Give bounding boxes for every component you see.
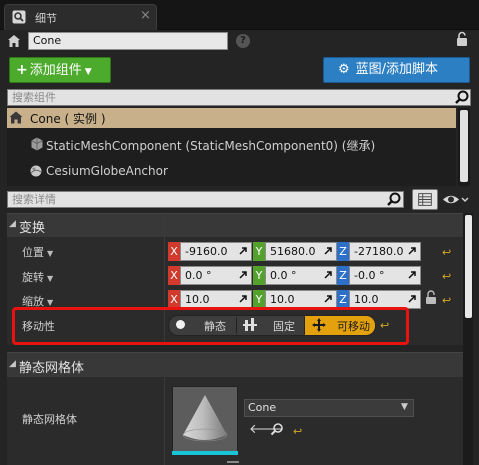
resize-handle[interactable] [227, 461, 239, 463]
static-mesh-section-title: 静态网格体 [19, 361, 85, 376]
tab-details[interactable]: 细节 × [4, 4, 157, 30]
axis-z-label: Z [337, 266, 349, 285]
reset-to-default-icon[interactable]: ↩ [442, 270, 454, 283]
asset-type-bar [172, 451, 238, 455]
help-icon[interactable]: ? [236, 34, 250, 48]
expand-arrow-icon [324, 247, 332, 255]
expand-arrow-icon [408, 295, 416, 303]
chevron-down-icon[interactable]: ▼ [401, 402, 408, 412]
column-divider[interactable] [164, 377, 165, 465]
property-matrix-icon[interactable] [412, 189, 438, 210]
rotation-label-text: 旋转 [22, 271, 44, 284]
rotation-label[interactable]: 旋转 ▼ [22, 269, 53, 285]
collapse-triangle-icon[interactable]: ◢ [9, 219, 16, 229]
scale-y-value: 10.0 [270, 293, 295, 306]
reset-to-default-icon[interactable]: ↩ [442, 294, 454, 307]
blueprint-label: 蓝图/添加脚本 [355, 62, 439, 77]
component-label[interactable]: StaticMeshComponent (StaticMeshComponent… [46, 137, 375, 154]
details-scroll-thumb[interactable] [465, 215, 472, 318]
transform-section-title: 变换 [19, 221, 46, 236]
expand-arrow-icon [239, 295, 247, 303]
location-z-input[interactable]: -27180.0 [349, 242, 421, 261]
search-details-input[interactable]: 搜索详情 [7, 191, 404, 208]
search-icon[interactable] [386, 191, 402, 207]
location-label[interactable]: 位置 ▼ [22, 244, 53, 260]
reset-to-default-icon[interactable]: ↩ [442, 246, 454, 259]
search-icon[interactable] [454, 89, 470, 105]
chevron-down-icon: ▼ [47, 249, 54, 258]
component-label: Cone ( 实例 ) [30, 112, 106, 126]
highlight-box [12, 307, 409, 345]
globe-anchor-icon [30, 165, 42, 177]
search-components-input[interactable]: 搜索组件 [7, 89, 471, 106]
eye-icon[interactable] [441, 189, 471, 210]
scale-z-value: 10.0 [354, 293, 379, 306]
rotation-y-input[interactable]: 0.0 ° [265, 266, 337, 285]
location-y-input[interactable]: 51680.0 [265, 242, 337, 261]
axis-x-label: X [168, 266, 180, 285]
lock-icon[interactable] [455, 31, 469, 47]
axis-y-label: Y [253, 266, 265, 285]
gears-icon: ⚙ [338, 62, 350, 77]
rotation-z-input[interactable]: -0.0 ° [349, 266, 421, 285]
browse-search-icon[interactable] [270, 422, 284, 436]
details-icon [12, 10, 26, 24]
plus-icon: + [16, 62, 28, 78]
location-y-value: 51680.0 [270, 245, 316, 258]
expand-arrow-icon [408, 247, 416, 255]
collapse-triangle-icon[interactable]: ◢ [9, 359, 16, 369]
expand-arrow-icon [408, 271, 416, 279]
expand-arrow-icon [239, 247, 247, 255]
cone-thumbnail-icon [182, 395, 228, 442]
rotation-z-value: -0.0 ° [354, 269, 385, 282]
add-component-label: 添加组件 [29, 63, 82, 78]
expand-arrow-icon [239, 271, 247, 279]
component-label[interactable]: CesiumGlobeAnchor [46, 164, 168, 178]
location-z-value: -27180.0 [354, 245, 404, 258]
static-mesh-component-icon [31, 137, 43, 151]
reset-to-default-icon[interactable]: ↩ [293, 425, 305, 438]
location-x-value: -9160.0 [185, 245, 228, 258]
axis-z-label: Z [337, 242, 349, 261]
component-tree-scroll-thumb[interactable] [460, 110, 468, 182]
tab-label: 细节 [35, 12, 57, 25]
add-component-button[interactable]: + 添加组件 ▼ [9, 57, 111, 83]
axis-x-label: X [168, 242, 180, 261]
actor-icon [8, 35, 20, 47]
tab-close-icon[interactable]: × [140, 8, 151, 23]
axis-y-label: Y [253, 242, 265, 261]
transform-section-header[interactable] [7, 213, 463, 237]
actor-name-input[interactable]: Cone [28, 32, 228, 50]
chevron-down-icon: ▼ [47, 298, 54, 307]
chevron-down-icon: ▼ [84, 67, 92, 77]
static-mesh-dropdown[interactable]: Cone [244, 399, 414, 417]
location-x-input[interactable]: -9160.0 [180, 242, 252, 261]
blueprint-add-script-button[interactable]: ⚙ 蓝图/添加脚本 [323, 57, 470, 83]
lock-icon[interactable] [425, 290, 437, 305]
scale-x-value: 10.0 [185, 293, 210, 306]
rotation-x-value: 0.0 ° [185, 269, 212, 282]
static-mesh-property-label: 静态网格体 [22, 413, 77, 426]
expand-arrow-icon [324, 295, 332, 303]
rotation-x-input[interactable]: 0.0 ° [180, 266, 252, 285]
mesh-thumbnail[interactable] [172, 386, 238, 452]
actor-icon [9, 111, 23, 124]
use-selected-arrow-icon[interactable]: 🡐 [249, 423, 284, 436]
expand-arrow-icon [324, 271, 332, 279]
location-label-text: 位置 [22, 246, 44, 259]
rotation-y-value: 0.0 ° [270, 269, 297, 282]
chevron-down-icon: ▼ [47, 274, 54, 283]
